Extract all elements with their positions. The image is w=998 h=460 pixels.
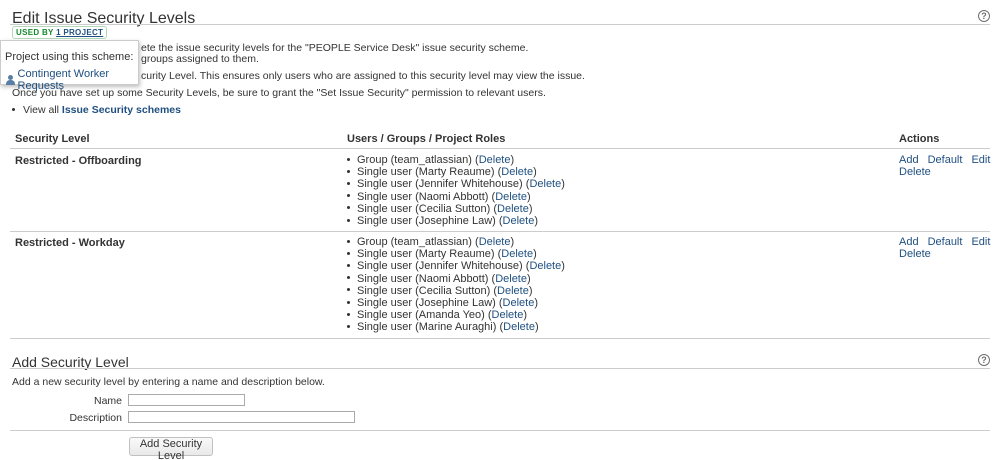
delete-member-link[interactable]: Delete <box>479 154 511 166</box>
delete-member-link[interactable]: Delete <box>501 166 533 178</box>
contingent-worker-requests-link[interactable]: Contingent Worker Requests <box>18 68 138 92</box>
list-item: Single user (Josephine Law) (Delete) <box>347 215 565 227</box>
delete-member-link[interactable]: Delete <box>495 273 527 285</box>
projects-popup: Project using this scheme: Contingent Wo… <box>0 40 139 92</box>
delete-member-link[interactable]: Delete <box>492 309 524 321</box>
column-header-security-level: Security Level <box>15 133 90 145</box>
list-item: Single user (Amanda Yeo) (Delete) <box>347 309 565 321</box>
column-header-members: Users / Groups / Project Roles <box>347 133 506 145</box>
list-item: Single user (Naomi Abbott) (Delete) <box>347 191 565 203</box>
name-field[interactable] <box>128 394 245 406</box>
list-item: Single user (Cecilia Sutton) (Delete) <box>347 285 565 297</box>
issue-security-schemes-link[interactable]: Issue Security schemes <box>62 104 181 116</box>
intro-line-2: groups assigned to them. <box>141 53 259 65</box>
level-name-workday: Restricted - Workday <box>15 237 125 249</box>
row-divider <box>10 231 990 232</box>
members-list-offboarding: Group (team_atlassian) (Delete) Single u… <box>347 154 565 227</box>
level-name-offboarding: Restricted - Offboarding <box>15 155 142 167</box>
title-divider <box>10 24 990 25</box>
delete-member-link[interactable]: Delete <box>529 260 561 272</box>
actions-workday: Add Default Edit Delete <box>899 236 990 260</box>
list-item: Single user (Jennifer Whitehouse) (Delet… <box>347 260 565 272</box>
list-item: Single user (Marine Auraghi) (Delete) <box>347 321 565 333</box>
used-by-badge: USED BY 1 PROJECT <box>12 26 108 39</box>
popup-title: Project using this scheme: <box>5 51 134 63</box>
list-item: Single user (Marty Reaume) (Delete) <box>347 166 565 178</box>
section-divider <box>10 368 990 369</box>
project-user-icon <box>6 75 15 85</box>
name-label: Name <box>93 395 122 407</box>
list-item: Single user (Josephine Law) (Delete) <box>347 297 565 309</box>
row-divider <box>10 338 990 339</box>
add-security-level-description: Add a new security level by entering a n… <box>12 376 325 388</box>
delete-member-link[interactable]: Delete <box>503 215 535 227</box>
add-security-level-button[interactable]: Add Security Level <box>129 437 213 460</box>
column-header-actions: Actions <box>899 133 940 145</box>
delete-member-link[interactable]: Delete <box>495 191 527 203</box>
delete-member-link[interactable]: Delete <box>497 285 529 297</box>
popup-project-item[interactable]: Contingent Worker Requests <box>6 68 138 92</box>
list-item: Single user (Marty Reaume) (Delete) <box>347 248 565 260</box>
delete-level-button[interactable]: Delete <box>899 166 931 178</box>
description-field[interactable] <box>128 411 355 423</box>
view-all-schemes: View all Issue Security schemes <box>12 104 181 116</box>
members-list-workday: Group (team_atlassian) (Delete) Single u… <box>347 236 565 334</box>
delete-member-link[interactable]: Delete <box>501 248 533 260</box>
delete-member-link[interactable]: Delete <box>479 236 511 248</box>
bullet <box>12 108 15 111</box>
delete-level-button[interactable]: Delete <box>899 248 931 260</box>
add-button[interactable]: Add <box>899 154 919 166</box>
help-icon[interactable]: ? <box>978 10 990 22</box>
add-button[interactable]: Add <box>899 236 919 248</box>
edit-button[interactable]: Edit <box>971 236 990 248</box>
delete-member-link[interactable]: Delete <box>497 203 529 215</box>
default-button[interactable]: Default <box>928 154 963 166</box>
default-button[interactable]: Default <box>928 236 963 248</box>
intro-line-3: curity Level. This ensures only users wh… <box>141 70 585 82</box>
delete-member-link[interactable]: Delete <box>503 321 535 333</box>
used-by-prefix: USED BY <box>16 28 54 37</box>
list-item: Group (team_atlassian) (Delete) <box>347 236 565 248</box>
table-header-divider <box>10 148 990 149</box>
help-icon[interactable]: ? <box>978 354 990 366</box>
view-all-prefix: View all <box>23 104 59 116</box>
list-item: Group (team_atlassian) (Delete) <box>347 154 565 166</box>
description-label: Description <box>69 412 122 424</box>
delete-member-link[interactable]: Delete <box>503 297 535 309</box>
delete-member-link[interactable]: Delete <box>529 178 561 190</box>
used-by-project-link[interactable]: 1 PROJECT <box>56 28 103 37</box>
list-item: Single user (Naomi Abbott) (Delete) <box>347 273 565 285</box>
form-divider <box>10 430 990 431</box>
edit-button[interactable]: Edit <box>971 154 990 166</box>
list-item: Single user (Jennifer Whitehouse) (Delet… <box>347 178 565 190</box>
actions-offboarding: Add Default Edit Delete <box>899 154 990 178</box>
list-item: Single user (Cecilia Sutton) (Delete) <box>347 203 565 215</box>
